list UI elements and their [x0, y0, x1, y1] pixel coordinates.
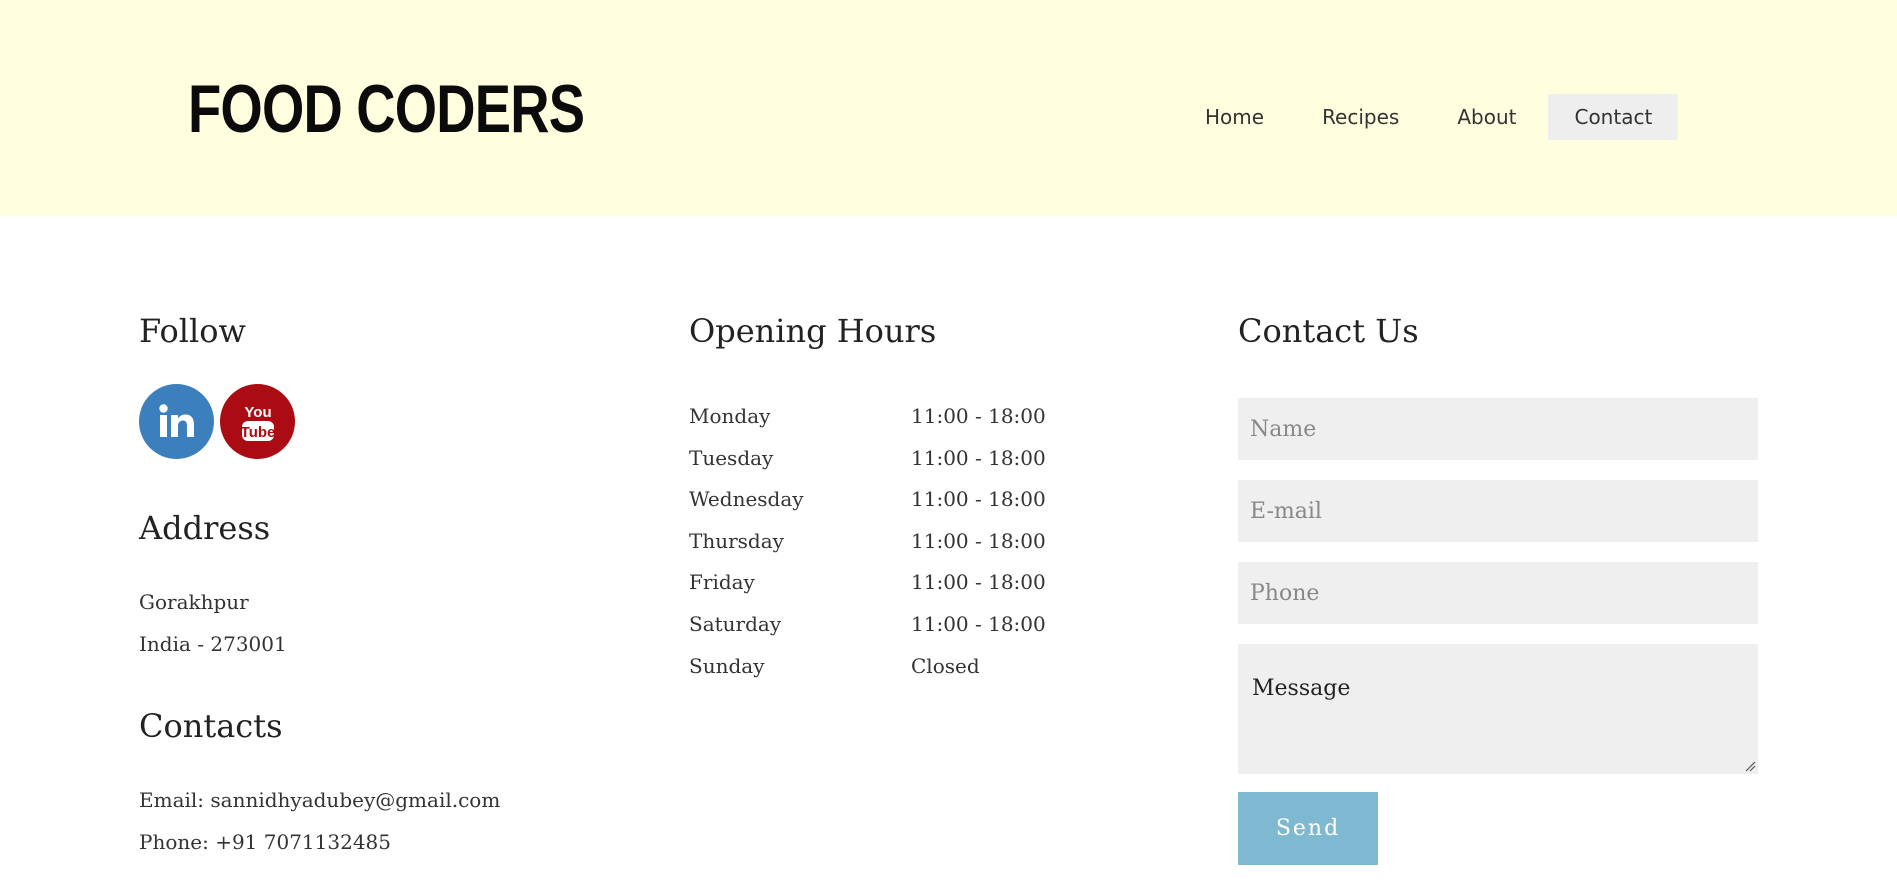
- hours-time: 11:00 - 18:00: [911, 611, 1046, 636]
- message-field[interactable]: Message: [1238, 644, 1758, 774]
- nav-contact[interactable]: Contact: [1548, 94, 1679, 140]
- site-logo[interactable]: FOOD CODERS: [188, 70, 585, 148]
- hours-table: Monday 11:00 - 18:00 Tuesday 11:00 - 18:…: [689, 396, 1189, 687]
- address-country: India - 273001: [139, 632, 287, 656]
- hours-title: Opening Hours: [689, 312, 937, 350]
- address-block: Gorakhpur India - 273001: [139, 581, 639, 665]
- contact-phone: Phone: +91 7071132485: [139, 830, 392, 854]
- contacts-block: Email: sannidhyadubey@gmail.com Phone: +…: [139, 779, 639, 863]
- main-nav: Home Recipes About Contact: [1179, 94, 1684, 140]
- hours-day: Friday: [689, 570, 755, 595]
- hours-row: Sunday Closed: [689, 646, 1189, 688]
- hours-day: Tuesday: [689, 445, 774, 470]
- hours-day: Monday: [689, 404, 771, 428]
- hours-row: Thursday 11:00 - 18:00: [689, 521, 1189, 563]
- svg-text:You: You: [244, 404, 271, 421]
- email-placeholder: E-mail: [1250, 498, 1322, 524]
- hours-time: 11:00 - 18:00: [911, 445, 1046, 470]
- hours-day: Wednesday: [689, 487, 804, 512]
- linkedin-icon: [158, 403, 194, 437]
- hours-row: Saturday 11:00 - 18:00: [689, 604, 1189, 646]
- phone-field[interactable]: Phone: [1238, 562, 1758, 624]
- youtube-icon: You Tube: [240, 404, 275, 441]
- hours-day: Saturday: [689, 611, 782, 636]
- hours-row: Tuesday 11:00 - 18:00: [689, 438, 1189, 480]
- contact-form-column: Contact Us Name E-mail Phone Message Sen…: [1238, 312, 1758, 865]
- nav-recipes[interactable]: Recipes: [1296, 94, 1425, 140]
- hours-time: 11:00 - 18:00: [911, 404, 1046, 428]
- contacts-title: Contacts: [139, 707, 283, 745]
- hours-time: Closed: [911, 653, 980, 678]
- follow-title: Follow: [139, 312, 246, 350]
- phone-placeholder: Phone: [1250, 580, 1320, 606]
- hours-row: Friday 11:00 - 18:00: [689, 562, 1189, 604]
- contact-email: Email: sannidhyadubey@gmail.com: [139, 788, 501, 812]
- nav-about[interactable]: About: [1431, 94, 1542, 140]
- address-title: Address: [139, 509, 271, 547]
- hours-time: 11:00 - 18:00: [911, 570, 1046, 595]
- contact-form: Name E-mail Phone Message Send: [1238, 398, 1758, 865]
- hours-day: Sunday: [689, 653, 765, 678]
- linkedin-button[interactable]: [139, 384, 214, 459]
- hours-day: Thursday: [689, 528, 784, 553]
- message-placeholder: Message: [1252, 676, 1351, 701]
- hours-time: 11:00 - 18:00: [911, 528, 1046, 553]
- name-field[interactable]: Name: [1238, 398, 1758, 460]
- hours-row: Monday 11:00 - 18:00: [689, 396, 1189, 438]
- hours-row: Wednesday 11:00 - 18:00: [689, 479, 1189, 521]
- nav-home[interactable]: Home: [1179, 94, 1290, 140]
- email-field[interactable]: E-mail: [1238, 480, 1758, 542]
- info-column: Follow You Tube Address Gorakhpur India …: [139, 312, 639, 863]
- hours-time: 11:00 - 18:00: [911, 487, 1046, 512]
- send-button[interactable]: Send: [1238, 792, 1378, 865]
- svg-text:Tube: Tube: [240, 424, 275, 441]
- contact-form-title: Contact Us: [1238, 312, 1419, 350]
- hours-column: Opening Hours Monday 11:00 - 18:00 Tuesd…: [689, 312, 1189, 687]
- name-placeholder: Name: [1250, 416, 1317, 442]
- address-city: Gorakhpur: [139, 590, 249, 614]
- site-header: FOOD CODERS Home Recipes About Contact: [0, 0, 1897, 216]
- youtube-button[interactable]: You Tube: [220, 384, 295, 459]
- resize-grip-icon[interactable]: [1744, 760, 1756, 772]
- social-links: You Tube: [139, 384, 639, 459]
